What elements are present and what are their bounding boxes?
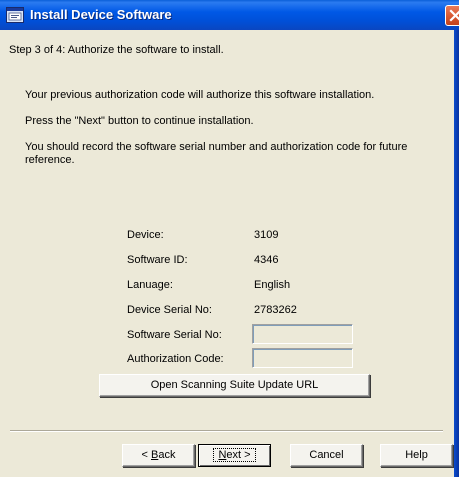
software-serial-label: Software Serial No: — [127, 329, 222, 341]
message-record-serial: You should record the software serial nu… — [25, 141, 408, 166]
software-serial-field[interactable] — [252, 324, 353, 344]
device-value: 3109 — [254, 229, 279, 241]
software-id-label: Software ID: — [127, 254, 188, 266]
software-id-value: 4346 — [254, 254, 279, 266]
back-button[interactable]: < Back — [122, 444, 195, 467]
footer-divider — [10, 430, 443, 432]
authorization-code-field[interactable] — [252, 348, 353, 368]
message-press-next: Press the "Next" button to continue inst… — [25, 115, 254, 127]
install-device-software-window: Install Device Software Step 3 of 4: Aut… — [0, 0, 459, 477]
next-button-focus: Next > — [213, 448, 256, 462]
next-button-rest: ext > — [226, 449, 251, 461]
title-bar[interactable]: Install Device Software — [0, 0, 459, 30]
language-value: English — [254, 279, 291, 291]
back-button-rest: ack — [158, 449, 176, 461]
message-previous-authorization: Your previous authorization code will au… — [25, 89, 375, 101]
device-serial-value: 2783262 — [254, 304, 297, 316]
next-button[interactable]: Next > — [198, 444, 271, 467]
close-icon — [449, 9, 459, 22]
open-update-url-button[interactable]: Open Scanning Suite Update URL — [99, 374, 370, 397]
app-window-icon — [6, 7, 24, 23]
help-button[interactable]: Help — [380, 444, 453, 467]
window-title: Install Device Software — [30, 7, 172, 22]
device-label: Device: — [127, 229, 164, 241]
back-button-prefix: < — [141, 449, 151, 461]
close-button[interactable] — [445, 5, 459, 26]
step-heading: Step 3 of 4: Authorize the software to i… — [9, 44, 224, 56]
authorization-code-label: Authorization Code: — [127, 353, 224, 365]
device-serial-label: Device Serial No: — [127, 304, 212, 316]
window-right-border — [454, 30, 459, 477]
cancel-button[interactable]: Cancel — [290, 444, 363, 467]
language-label: Lanuage: — [127, 279, 173, 291]
